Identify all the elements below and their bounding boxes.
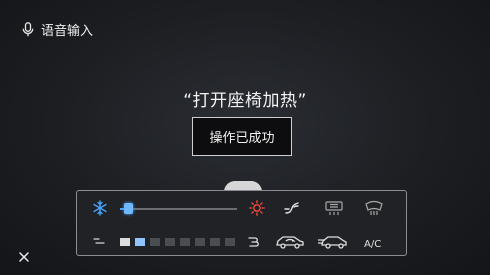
status-text: 操作已成功: [209, 131, 275, 146]
fan-speed-segment[interactable]: [180, 238, 190, 246]
voice-input-label: 语音输入: [41, 24, 94, 39]
recirculation-car-icon[interactable]: [275, 234, 305, 250]
fan-speed-segment[interactable]: [150, 238, 160, 246]
temperature-slider-thumb[interactable]: [124, 203, 133, 214]
sun-heat-icon[interactable]: [249, 200, 265, 216]
recognized-command: “打开座椅加热”: [183, 91, 307, 111]
fan-speed-segment[interactable]: [135, 238, 145, 246]
fan-speed-segment[interactable]: [120, 238, 130, 246]
voice-input-header[interactable]: 语音输入: [22, 20, 93, 39]
fan-speed-segment[interactable]: [225, 238, 235, 246]
rear-defrost-icon[interactable]: [325, 201, 343, 216]
microphone-icon: [22, 22, 34, 37]
fan-speed-bar[interactable]: [120, 238, 235, 246]
snowflake-icon[interactable]: [92, 200, 108, 216]
fresh-air-car-icon[interactable]: [318, 234, 348, 250]
status-message: 操作已成功: [192, 117, 292, 156]
fan-speed-segment[interactable]: [195, 238, 205, 246]
front-defrost-icon[interactable]: [365, 200, 383, 216]
ac-button[interactable]: A/C: [364, 239, 381, 250]
close-icon[interactable]: [16, 249, 32, 265]
airflow-wave-icon[interactable]: [247, 235, 263, 249]
seat-airflow-icon[interactable]: [283, 200, 301, 216]
climate-control-panel: A/C: [76, 190, 407, 256]
temperature-slider-track[interactable]: [120, 208, 237, 210]
fan-speed-segment[interactable]: [210, 238, 220, 246]
fan-icon: [93, 238, 105, 244]
fan-speed-segment[interactable]: [165, 238, 175, 246]
